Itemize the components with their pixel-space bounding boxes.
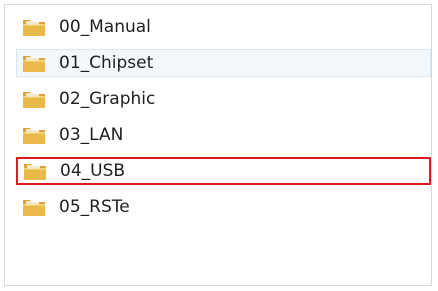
folder-name: 04_USB: [60, 161, 126, 181]
folder-list: 00_Manual 01_Chipset 02_Graphic 03_LAN 0…: [16, 13, 432, 229]
folder-item-04-usb[interactable]: 04_USB: [16, 157, 431, 185]
folder-icon: [23, 92, 45, 108]
folder-name: 01_Chipset: [59, 53, 154, 73]
folder-icon: [23, 200, 45, 216]
folder-name: 03_LAN: [59, 125, 124, 145]
folder-icon: [24, 164, 46, 180]
folder-item-03-lan[interactable]: 03_LAN: [16, 121, 431, 149]
folder-name: 05_RSTe: [59, 197, 130, 217]
folder-icon: [23, 128, 45, 144]
folder-icon: [23, 56, 45, 72]
folder-item-01-chipset[interactable]: 01_Chipset: [16, 49, 431, 77]
folder-item-02-graphic[interactable]: 02_Graphic: [16, 85, 431, 113]
folder-name: 00_Manual: [59, 17, 151, 37]
folder-icon: [23, 20, 45, 36]
folder-item-05-rste[interactable]: 05_RSTe: [16, 193, 431, 221]
folder-item-00-manual[interactable]: 00_Manual: [16, 13, 431, 41]
folder-name: 02_Graphic: [59, 89, 156, 109]
